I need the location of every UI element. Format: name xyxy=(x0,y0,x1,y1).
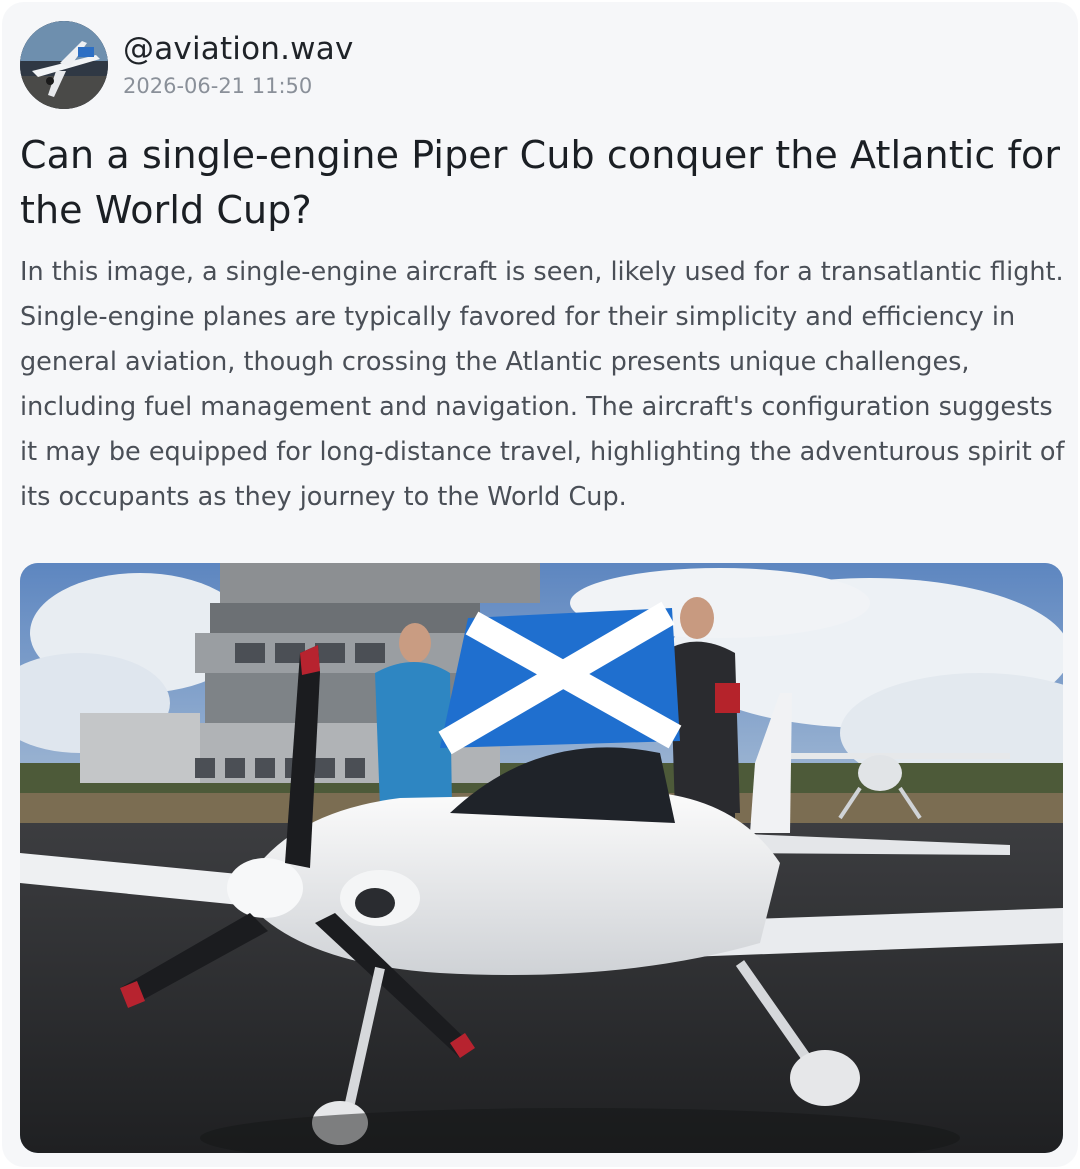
post-meta: @aviation.wav 2026-06-21 11:50 xyxy=(123,29,353,101)
post-card: @aviation.wav 2026-06-21 11:50 Can a sin… xyxy=(2,2,1078,1167)
post-photo[interactable] xyxy=(20,563,1063,1153)
post-title: Can a single-engine Piper Cub conquer th… xyxy=(20,133,1061,232)
timestamp: 2026-06-21 11:50 xyxy=(123,74,313,98)
plane-flag-photo-image xyxy=(20,563,1063,1153)
avatar[interactable] xyxy=(20,21,108,109)
avatar-plane-icon xyxy=(20,21,108,109)
post-header: @aviation.wav 2026-06-21 11:50 xyxy=(20,20,353,110)
username[interactable]: @aviation.wav xyxy=(123,29,353,69)
post-body: In this image, a single-engine aircraft … xyxy=(20,257,1065,512)
